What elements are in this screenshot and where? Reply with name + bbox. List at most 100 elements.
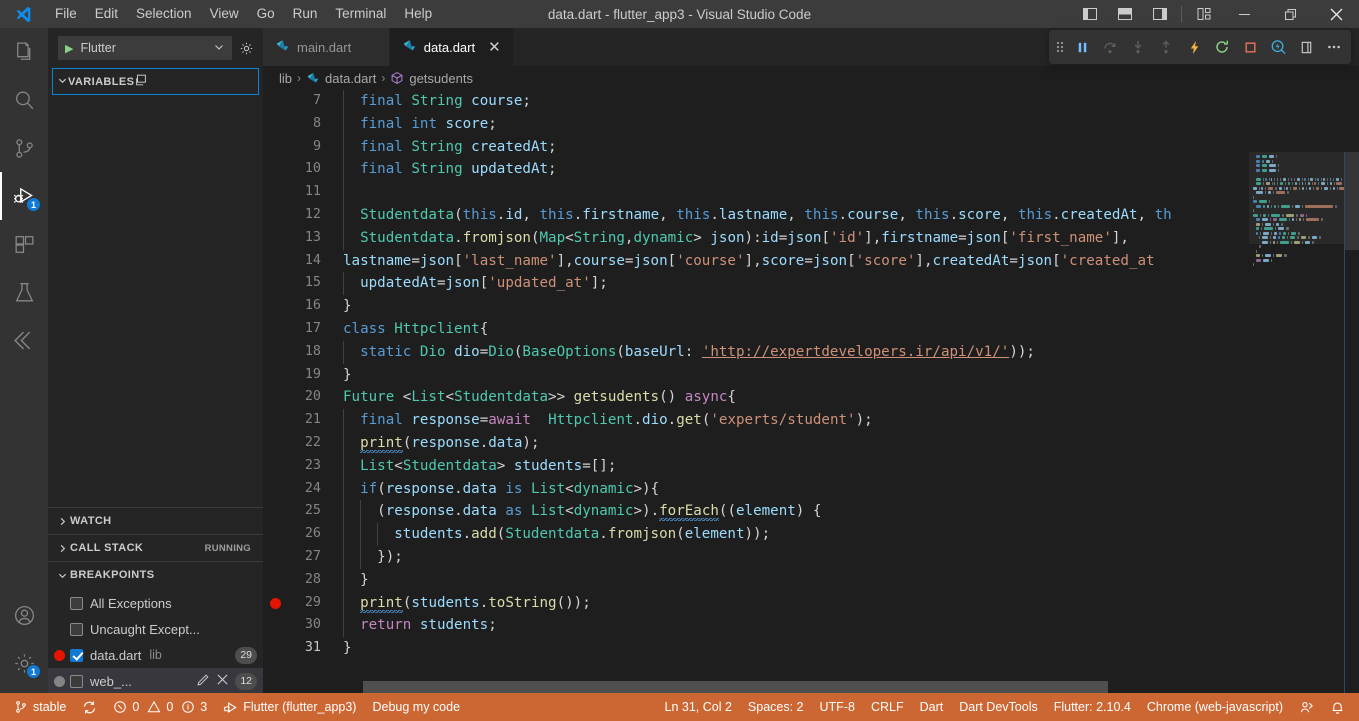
code-line[interactable]: 27 }); <box>263 545 1359 569</box>
code-line[interactable]: 29 print(students.toString()); <box>263 591 1359 615</box>
status-dart-devtools[interactable]: Dart DevTools <box>951 693 1046 721</box>
tab-main-dart[interactable]: main.dart ✕ <box>263 28 390 66</box>
menu-run[interactable]: Run <box>284 2 327 26</box>
remove-x-icon[interactable] <box>216 673 229 689</box>
horizontal-scrollbar[interactable] <box>343 681 1249 693</box>
status-live-share[interactable] <box>1291 693 1322 721</box>
inspect-widget-button[interactable] <box>1265 34 1291 60</box>
code-line[interactable]: 13 Studentdata.fromjson(Map<String,dynam… <box>263 226 1359 250</box>
grip-icon[interactable] <box>1053 34 1067 60</box>
code-line[interactable]: 24 if(response.data is List<dynamic>){ <box>263 477 1359 501</box>
code-content[interactable]: 7 final String course; 8 final int score;… <box>263 90 1359 660</box>
debug-step-out-button[interactable] <box>1153 34 1179 60</box>
breakpoint-row-data-dart[interactable]: data.dart lib 29 <box>48 642 263 668</box>
code-line[interactable]: 14 lastname=json['last_name'],course=json… <box>263 250 1359 273</box>
code-line[interactable]: 7 final String course; <box>263 90 1359 113</box>
tab-data-dart[interactable]: data.dart ✕ <box>389 28 514 66</box>
section-call-stack[interactable]: CALL STACK RUNNING <box>48 534 263 561</box>
activity-extensions-icon[interactable] <box>0 220 48 268</box>
activity-manage-gear-icon[interactable]: 1 <box>0 639 48 687</box>
code-line[interactable]: 20 Future <List<Studentdata>> getsudents(… <box>263 386 1359 409</box>
window-close-button[interactable] <box>1313 0 1359 28</box>
code-line[interactable]: 16} <box>263 295 1359 318</box>
window-minimize-button[interactable] <box>1221 0 1267 28</box>
code-line[interactable]: 25 (response.data as List<dynamic>).forE… <box>263 500 1359 524</box>
customize-layout-icon[interactable] <box>1186 0 1221 28</box>
breadcrumb-item-data-dart[interactable]: data.dart <box>306 71 376 86</box>
menu-terminal[interactable]: Terminal <box>326 2 395 26</box>
code-line[interactable]: 10 final String updatedAt; <box>263 158 1359 182</box>
debug-step-over-button[interactable] <box>1097 34 1123 60</box>
debug-pause-button[interactable] <box>1069 34 1095 60</box>
code-line[interactable]: 19} <box>263 364 1359 387</box>
activity-flutter-icon[interactable] <box>0 316 48 364</box>
code-line[interactable]: 18 static Dio dio=Dio(BaseOptions(baseUr… <box>263 340 1359 364</box>
breakpoint-row-web[interactable]: web_... 12 <box>48 668 263 694</box>
variables-tree[interactable] <box>48 95 263 507</box>
status-notifications[interactable] <box>1322 693 1353 721</box>
split-editor-icon[interactable] <box>134 73 148 90</box>
activity-accounts-icon[interactable] <box>0 591 48 639</box>
status-editor-language[interactable]: Dart <box>912 693 952 721</box>
vertical-scrollbar-thumb[interactable] <box>1345 152 1359 250</box>
status-editor-encoding[interactable]: UTF-8 <box>812 693 863 721</box>
section-variables[interactable]: VARIABLES <box>52 68 259 95</box>
breakpoint-checkbox[interactable] <box>70 622 83 636</box>
debug-stop-button[interactable] <box>1237 34 1263 60</box>
toggle-secondary-sidebar-icon[interactable] <box>1142 0 1177 28</box>
code-line[interactable]: 23 List<Studentdata> students=[]; <box>263 454 1359 478</box>
activity-search-icon[interactable] <box>0 76 48 124</box>
toggle-panel-icon[interactable] <box>1107 0 1142 28</box>
debug-more-actions-button[interactable] <box>1321 34 1347 60</box>
menu-view[interactable]: View <box>201 2 248 26</box>
menu-go[interactable]: Go <box>248 2 284 26</box>
breakpoint-row-uncaught-exceptions[interactable]: Uncaught Except... <box>48 616 263 642</box>
close-icon[interactable]: ✕ <box>488 40 501 55</box>
status-editor-indentation[interactable]: Spaces: 2 <box>740 693 812 721</box>
menu-help[interactable]: Help <box>395 2 441 26</box>
code-line[interactable]: 8 final int score; <box>263 112 1359 136</box>
toggle-primary-sidebar-icon[interactable] <box>1072 0 1107 28</box>
code-line[interactable]: 17 class Httpclient{ <box>263 318 1359 341</box>
status-flutter-version[interactable]: Flutter: 2.10.4 <box>1046 693 1139 721</box>
menu-selection[interactable]: Selection <box>127 2 201 26</box>
breakpoint-checkbox[interactable] <box>70 648 83 662</box>
edit-pencil-icon[interactable] <box>196 673 210 690</box>
window-restore-button[interactable] <box>1267 0 1313 28</box>
code-line[interactable]: 26 students.add(Studentdata.fromjson(ele… <box>263 523 1359 546</box>
breakpoint-checkbox[interactable] <box>70 596 83 610</box>
open-launch-json-gear-icon[interactable] <box>238 40 255 57</box>
section-watch[interactable]: WATCH <box>48 507 263 534</box>
minimap[interactable] <box>1249 152 1345 693</box>
launch-configuration-select[interactable]: ▶ Flutter <box>58 36 232 60</box>
code-line[interactable]: 22 print(response.data); <box>263 431 1359 455</box>
vertical-scrollbar[interactable] <box>1345 152 1359 693</box>
code-line[interactable]: 30 return students; <box>263 614 1359 638</box>
code-line[interactable]: 28 } <box>263 568 1359 592</box>
activity-source-control-icon[interactable] <box>0 124 48 172</box>
section-breakpoints[interactable]: BREAKPOINTS <box>48 561 263 588</box>
status-editor-position[interactable]: Ln 31, Col 2 <box>657 693 740 721</box>
code-editor[interactable]: 7 final String course; 8 final int score;… <box>263 90 1359 693</box>
hot-restart-button[interactable] <box>1209 34 1235 60</box>
activity-testing-beaker-icon[interactable] <box>0 268 48 316</box>
activity-explorer-icon[interactable] <box>0 28 48 76</box>
breakpoint-checkbox[interactable] <box>70 674 83 688</box>
hot-reload-button[interactable] <box>1181 34 1207 60</box>
code-line[interactable]: 31} <box>263 637 1359 660</box>
status-flutter-debug-session[interactable]: Flutter (flutter_app3) <box>215 693 364 721</box>
menu-file[interactable]: File <box>46 2 86 26</box>
open-devtools-button[interactable] <box>1293 34 1319 60</box>
menu-edit[interactable]: Edit <box>86 2 127 26</box>
code-line[interactable]: 15 updatedAt=json['updated_at']; <box>263 272 1359 296</box>
status-flutter-target-device[interactable]: Chrome (web-javascript) <box>1139 693 1291 721</box>
status-remote-branch[interactable]: stable <box>6 693 74 721</box>
breadcrumb-item-lib[interactable]: lib <box>279 71 292 86</box>
debug-step-into-button[interactable] <box>1125 34 1151 60</box>
breadcrumb-item-getsudents[interactable]: getsudents <box>390 71 473 86</box>
code-line[interactable]: 11 <box>263 181 1359 204</box>
status-debug-my-code[interactable]: Debug my code <box>364 693 468 721</box>
status-problems[interactable]: 0 0 3 <box>105 693 215 721</box>
activity-run-and-debug-icon[interactable]: 1 <box>0 172 48 220</box>
code-line[interactable]: 9 final String createdAt; <box>263 135 1359 159</box>
